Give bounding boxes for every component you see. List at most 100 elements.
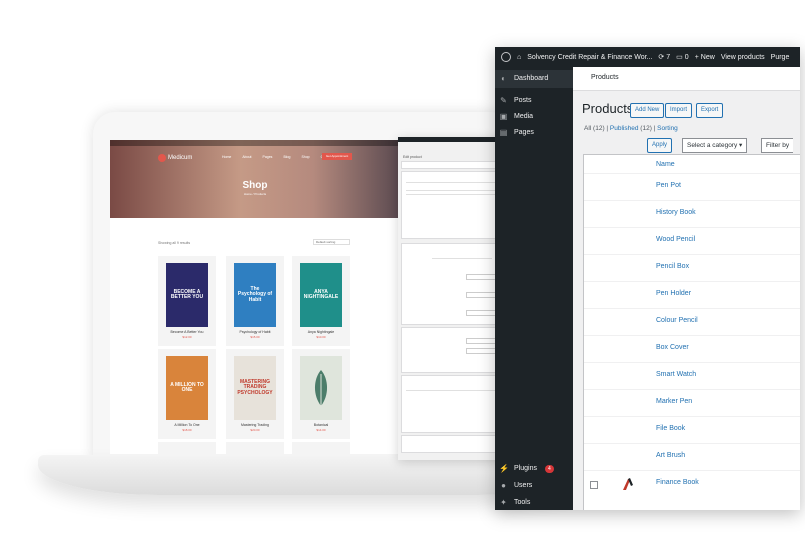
sort-select[interactable]: Default sorting bbox=[313, 239, 350, 245]
option-line bbox=[432, 258, 492, 259]
product-link[interactable]: Marker Pen bbox=[656, 398, 692, 405]
product-link[interactable]: Finance Book bbox=[656, 479, 699, 486]
sidebar-item-plugins[interactable]: ⚡ Plugins 4 bbox=[499, 464, 554, 473]
sidebar-item-users[interactable]: ● Users bbox=[499, 481, 532, 490]
shop-hero: Medicum Home About Pages Blog Shop Conta… bbox=[110, 140, 400, 218]
plugin-icon: ⚡ bbox=[499, 464, 509, 473]
product-link[interactable]: Pen Pot bbox=[656, 182, 681, 189]
plus-icon[interactable]: + bbox=[695, 54, 699, 61]
product-link[interactable]: File Book bbox=[656, 425, 685, 432]
product-name: Psychology of Habit bbox=[239, 330, 271, 334]
wordpress-icon[interactable] bbox=[501, 52, 511, 62]
menu-item[interactable]: Shop bbox=[301, 155, 309, 159]
chevron-down-icon: ▾ bbox=[739, 142, 743, 149]
product-card[interactable] bbox=[158, 442, 216, 454]
book-cover: The Psychology of Habit bbox=[234, 263, 276, 327]
product-link[interactable]: Colour Pencil bbox=[656, 317, 698, 324]
shop-screen: Medicum Home About Pages Blog Shop Conta… bbox=[110, 140, 400, 454]
data-field[interactable] bbox=[466, 310, 498, 316]
leaf-icon bbox=[314, 370, 328, 406]
pages-icon: ▤ bbox=[499, 128, 508, 137]
product-link[interactable]: Pen Holder bbox=[656, 290, 691, 297]
table-row[interactable]: Smart Watch bbox=[584, 362, 800, 390]
product-link[interactable]: History Book bbox=[656, 209, 696, 216]
product-price: $15.00 bbox=[250, 335, 260, 339]
book-cover: MASTERING TRADING PSYCHOLOGY bbox=[234, 356, 276, 420]
shop-topbar bbox=[110, 140, 400, 146]
category-select[interactable]: Select a category ▾ bbox=[682, 138, 748, 153]
table-row[interactable]: Finance Book bbox=[584, 470, 800, 498]
filter-select[interactable]: Filter by bbox=[761, 138, 794, 153]
home-icon[interactable]: ⌂ bbox=[517, 54, 521, 61]
book-cover bbox=[300, 356, 342, 420]
results-count: Showing all 9 results bbox=[158, 241, 191, 245]
menu-item[interactable]: Home bbox=[222, 155, 231, 159]
product-card[interactable]: BECOME A BETTER YOU Become A Better You … bbox=[158, 256, 216, 346]
sidebar-item-tools[interactable]: ✦ Tools bbox=[499, 498, 530, 507]
product-card[interactable] bbox=[292, 442, 350, 454]
view-products-link[interactable]: View products bbox=[721, 54, 765, 61]
product-price: $18.00 bbox=[182, 428, 192, 432]
editor-title: Edit product bbox=[403, 155, 422, 159]
table-row[interactable]: Pen Pot bbox=[584, 173, 800, 201]
import-button[interactable]: Import bbox=[665, 103, 693, 118]
apply-button[interactable]: Apply bbox=[647, 138, 673, 153]
add-new-button[interactable]: Add New bbox=[630, 103, 665, 118]
data-field[interactable] bbox=[466, 292, 498, 298]
sidebar-item-dashboard[interactable]: ◐ Dashboard bbox=[499, 74, 548, 83]
product-card[interactable]: Botanical $14.00 bbox=[292, 349, 350, 439]
table-row[interactable]: Pencil Box bbox=[584, 254, 800, 282]
product-link[interactable]: Box Cover bbox=[656, 344, 689, 351]
table-row[interactable]: Box Cover bbox=[584, 335, 800, 363]
sidebar-item-posts[interactable]: ✎ Posts bbox=[499, 96, 531, 105]
product-link[interactable]: Wood Pencil bbox=[656, 236, 695, 243]
filter-published-count: (12) bbox=[640, 125, 652, 132]
sidebar-item-media[interactable]: ▣ Media bbox=[499, 112, 533, 121]
filter-all[interactable]: All bbox=[584, 125, 591, 132]
table-row[interactable]: Marker Pen bbox=[584, 389, 800, 417]
comment-icon[interactable]: ▭ bbox=[676, 53, 683, 61]
product-link[interactable]: Smart Watch bbox=[656, 371, 696, 378]
product-card[interactable]: MASTERING TRADING PSYCHOLOGY Mastering T… bbox=[226, 349, 284, 439]
shop-logo[interactable]: Medicum bbox=[158, 154, 192, 162]
shop-title: Shop bbox=[242, 180, 268, 191]
sidebar-item-pages[interactable]: ▤ Pages bbox=[499, 128, 534, 137]
table-row[interactable]: History Book bbox=[584, 200, 800, 228]
filter-sorting[interactable]: Sorting bbox=[657, 125, 678, 132]
product-card[interactable]: A MILLION TO ONE A Million To One $18.00 bbox=[158, 349, 216, 439]
menu-item[interactable]: About bbox=[242, 155, 251, 159]
product-thumbnail bbox=[620, 476, 636, 492]
comment-count: 0 bbox=[684, 53, 689, 61]
page-title: Products bbox=[582, 101, 634, 116]
menu-item[interactable]: Pages bbox=[263, 155, 273, 159]
product-card[interactable]: The Psychology of Habit Psychology of Ha… bbox=[226, 256, 284, 346]
new-link[interactable]: New bbox=[701, 54, 715, 61]
table-row[interactable]: Pen Holder bbox=[584, 281, 800, 309]
product-name: Anya Nightingale bbox=[307, 330, 335, 334]
table-row[interactable]: Art Brush bbox=[584, 443, 800, 471]
product-link[interactable]: Pencil Box bbox=[656, 263, 689, 270]
product-price: $20.00 bbox=[250, 428, 260, 432]
product-card[interactable] bbox=[226, 442, 284, 454]
product-card[interactable]: ANYA NIGHTINGALE Anya Nightingale $10.00 bbox=[292, 256, 350, 346]
menu-item[interactable]: Blog bbox=[283, 155, 290, 159]
media-icon: ▣ bbox=[499, 112, 508, 121]
row-checkbox[interactable] bbox=[590, 481, 598, 489]
filter-published[interactable]: Published bbox=[610, 125, 639, 132]
column-header-name[interactable]: Name bbox=[656, 161, 675, 168]
appointment-button[interactable]: Get Appointment bbox=[322, 153, 352, 160]
table-row[interactable]: File Book bbox=[584, 416, 800, 444]
table-row[interactable]: Wood Pencil bbox=[584, 227, 800, 255]
export-button[interactable]: Export bbox=[696, 103, 724, 118]
book-cover: ANYA NIGHTINGALE bbox=[300, 263, 342, 327]
purge-link[interactable]: Purge bbox=[771, 54, 790, 61]
table-row[interactable]: Colour Pencil bbox=[584, 308, 800, 336]
user-icon: ● bbox=[501, 481, 506, 490]
updates-icon[interactable]: ⟳ bbox=[658, 53, 664, 61]
breadcrumb: Home / Products bbox=[243, 192, 267, 196]
updates-count: 7 bbox=[666, 53, 671, 61]
product-link[interactable]: Art Brush bbox=[656, 452, 685, 459]
site-name[interactable]: Solvency Credit Repair & Finance Wor... bbox=[527, 54, 652, 61]
wrench-icon: ✦ bbox=[500, 498, 507, 507]
pin-icon: ✎ bbox=[500, 96, 507, 105]
